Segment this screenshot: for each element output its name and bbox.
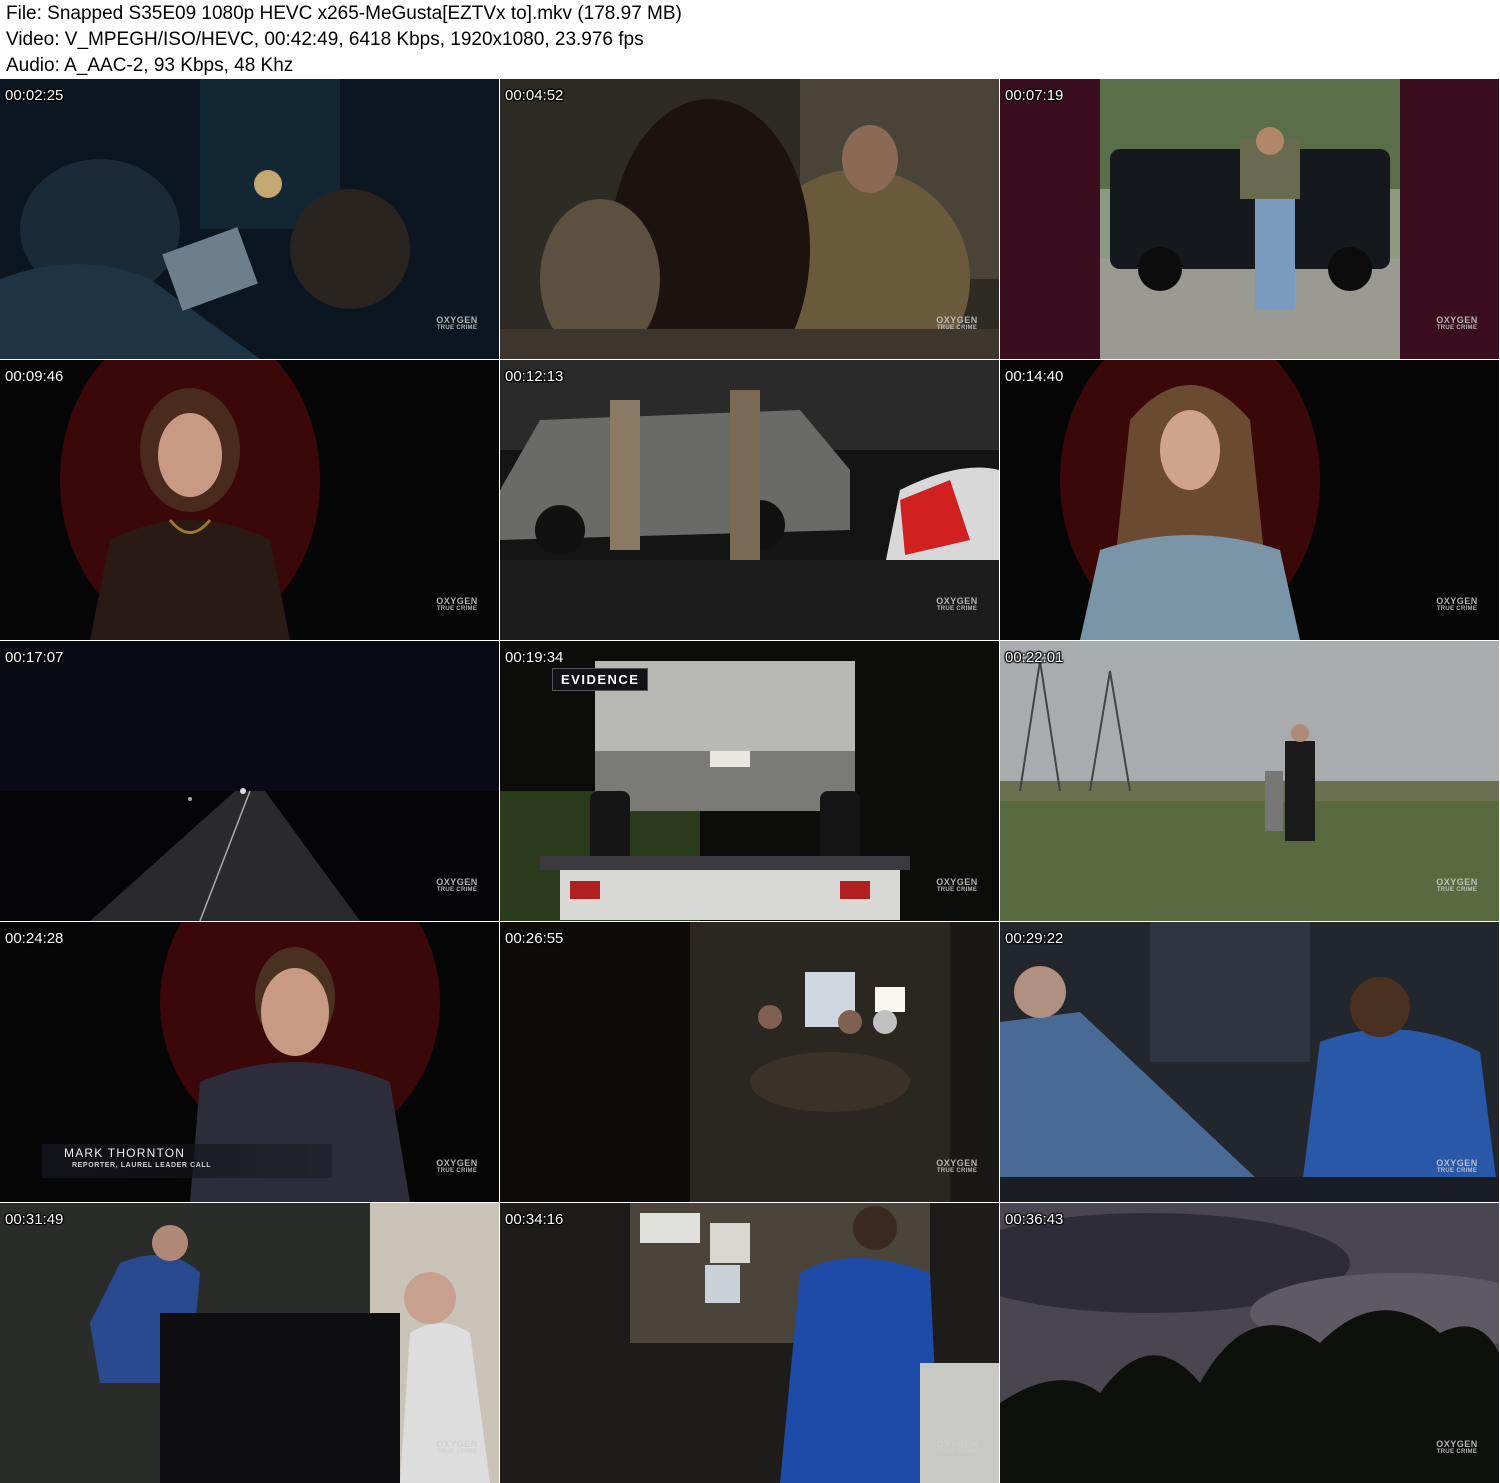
scene-office-officers — [0, 1203, 499, 1483]
thumbnail-10: MARK THORNTON REPORTER, LAUREL LEADER CA… — [0, 922, 499, 1202]
scene-interrogation — [1000, 922, 1499, 1202]
oxygen-logo-icon: OXYGEN TRUE CRIME — [436, 1439, 478, 1455]
evidence-badge: EVIDENCE — [552, 668, 649, 691]
timestamp: 00:19:34 — [505, 649, 564, 666]
oxygen-logo-icon: OXYGEN TRUE CRIME — [936, 1158, 978, 1174]
scene-field-power-lines — [1000, 641, 1499, 921]
timestamp: 00:34:16 — [505, 1211, 564, 1228]
thumbnail-9: 00:22:01 OXYGEN TRUE CRIME — [1000, 641, 1499, 921]
scene-night-traffic-stop — [500, 360, 999, 640]
thumbnail-15: 00:36:43 OXYGEN TRUE CRIME — [1000, 1203, 1499, 1483]
timestamp: 00:36:43 — [1005, 1211, 1064, 1228]
oxygen-logo-icon: OXYGEN TRUE CRIME — [436, 596, 478, 612]
scene-dark-road — [0, 641, 499, 921]
timestamp: 00:07:19 — [1005, 87, 1064, 104]
chyron-name: MARK THORNTON — [64, 1146, 186, 1160]
thumbnail-4: 00:09:46 OXYGEN TRUE CRIME — [0, 360, 499, 640]
thumbnail-1: 00:02:25 OXYGEN TRUE CRIME — [0, 79, 499, 359]
thumbnail-6: 00:14:40 OXYGEN TRUE CRIME — [1000, 360, 1499, 640]
scene-truck-photo — [1000, 79, 1499, 359]
thumbnail-11: 00:26:55 OXYGEN TRUE CRIME — [500, 922, 999, 1202]
timestamp: 00:09:46 — [5, 368, 64, 385]
thumbnail-7: 00:17:07 OXYGEN TRUE CRIME — [0, 641, 499, 921]
oxygen-logo-icon: OXYGEN TRUE CRIME — [436, 877, 478, 893]
oxygen-logo-icon: OXYGEN TRUE CRIME — [1436, 877, 1478, 893]
timestamp: 00:02:25 — [5, 87, 64, 104]
scene-interview-room — [500, 79, 999, 359]
oxygen-logo-icon: OXYGEN TRUE CRIME — [1436, 1439, 1478, 1455]
oxygen-logo-icon: OXYGEN TRUE CRIME — [936, 1439, 978, 1455]
thumbnail-5: 00:12:13 OXYGEN TRUE CRIME — [500, 360, 999, 640]
timestamp: 00:29:22 — [1005, 930, 1064, 947]
scene-stormy-sky-trees — [1000, 1203, 1499, 1483]
info-header: File: Snapped S35E09 1080p HEVC x265-MeG… — [0, 0, 1500, 78]
oxygen-logo-icon: OXYGEN TRUE CRIME — [1436, 315, 1478, 331]
thumbnail-8: EVIDENCE 00:19:34 OXYGEN TRUE CRIME — [500, 641, 999, 921]
oxygen-logo-icon: OXYGEN TRUE CRIME — [436, 315, 478, 331]
oxygen-logo-icon: OXYGEN TRUE CRIME — [1436, 596, 1478, 612]
scene-office-meeting — [500, 922, 999, 1202]
timestamp: 00:14:40 — [1005, 368, 1064, 385]
timestamp: 00:31:49 — [5, 1211, 64, 1228]
timestamp: 00:26:55 — [505, 930, 564, 947]
oxygen-logo-icon: OXYGEN TRUE CRIME — [1436, 1158, 1478, 1174]
file-info: File: Snapped S35E09 1080p HEVC x265-MeG… — [6, 3, 682, 24]
oxygen-logo-icon: OXYGEN TRUE CRIME — [936, 315, 978, 331]
name-chyron: MARK THORNTON REPORTER, LAUREL LEADER CA… — [42, 1144, 332, 1178]
scene-office-phone-call — [500, 1203, 999, 1483]
thumbnail-14: 00:34:16 OXYGEN TRUE CRIME — [500, 1203, 999, 1483]
oxygen-logo-icon: OXYGEN TRUE CRIME — [436, 1158, 478, 1174]
timestamp: 00:17:07 — [5, 649, 64, 666]
timestamp: 00:12:13 — [505, 368, 564, 385]
scene-woman-denim-interview — [1000, 360, 1499, 640]
thumbnail-12: 00:29:22 OXYGEN TRUE CRIME — [1000, 922, 1499, 1202]
thumbnail-grid: 00:02:25 OXYGEN TRUE CRIME 00:04:52 OXYGE… — [0, 78, 1500, 1483]
timestamp: 00:04:52 — [505, 87, 564, 104]
audio-info: Audio: A_AAC-2, 93 Kbps, 48 Khz — [6, 55, 294, 76]
video-info: Video: V_MPEGH/ISO/HEVC, 00:42:49, 6418 … — [6, 29, 644, 50]
timestamp: 00:24:28 — [5, 930, 64, 947]
oxygen-logo-icon: OXYGEN TRUE CRIME — [936, 877, 978, 893]
scene-woman-interview — [0, 360, 499, 640]
chyron-title: REPORTER, LAUREL LEADER CALL — [72, 1162, 212, 1169]
thumbnail-2: 00:04:52 OXYGEN TRUE CRIME — [500, 79, 999, 359]
scene-dark-room-reading — [0, 79, 499, 359]
thumbnail-3: 00:07:19 OXYGEN TRUE CRIME — [1000, 79, 1499, 359]
thumbnail-13: 00:31:49 OXYGEN TRUE CRIME — [0, 1203, 499, 1483]
timestamp: 00:22:01 — [1005, 649, 1064, 666]
oxygen-logo-icon: OXYGEN TRUE CRIME — [936, 596, 978, 612]
